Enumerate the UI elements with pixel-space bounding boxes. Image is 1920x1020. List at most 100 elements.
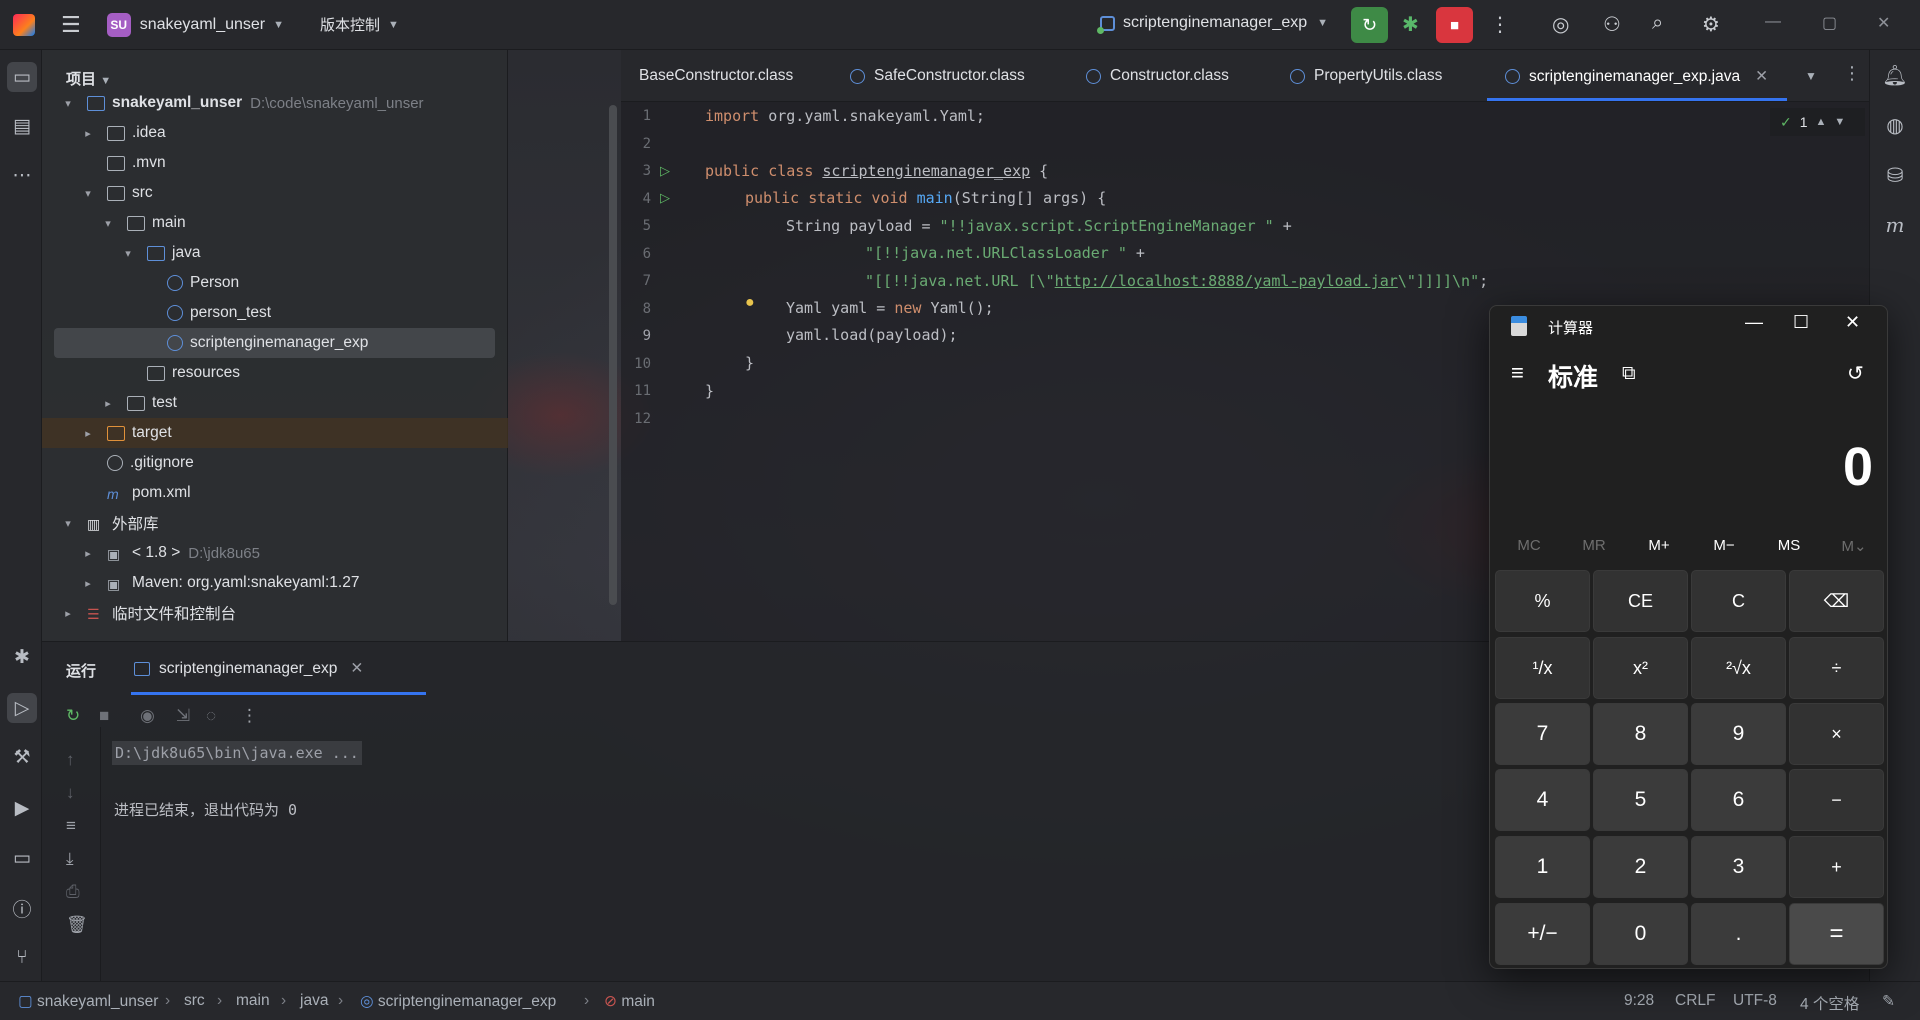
run-tool-icon[interactable]: ▷ [7,693,37,723]
chevron-down-icon[interactable]: ▼ [1834,116,1845,128]
chevron-down-icon[interactable]: ▼ [388,19,399,31]
trash-icon[interactable]: 🗑 [66,915,88,935]
memory-button[interactable]: MC [1499,537,1559,554]
chevron-right-icon[interactable]: ▸ [81,547,95,560]
restore-layout-icon[interactable]: ⇲ [176,706,190,726]
inspection-widget[interactable]: ✓ 1 ▲ ▼ [1770,108,1865,136]
tree-item-mvn[interactable]: .mvn [81,148,166,178]
chevron-right-icon[interactable]: ▸ [81,577,95,590]
tree-item-person[interactable]: Person [141,268,239,298]
run-class-gutter-icon[interactable]: ▷ [660,163,670,179]
project-badge[interactable]: SU [106,12,131,37]
close-tab-icon[interactable]: ✕ [1755,67,1768,86]
caret-position[interactable]: 9:28 [1624,992,1654,1010]
tree-item-person-test[interactable]: person_test [141,298,271,328]
vcs-menu[interactable]: 版本控制 [320,14,380,35]
keep-on-top-icon[interactable]: ⧉ [1622,363,1636,385]
tree-item-snakeyaml-unser[interactable]: ▾ snakeyaml_unser D:\code\snakeyaml_unser [61,88,423,118]
chevron-right-icon[interactable]: ▸ [61,607,75,620]
maximize-icon[interactable]: ▢ [1822,13,1837,33]
tree-item-src[interactable]: ▾ src [81,178,152,208]
chevron-right-icon[interactable]: ▸ [81,127,95,140]
breadcrumb-src[interactable]: src [184,992,205,1010]
services-tool-icon[interactable]: ▶ [7,793,37,823]
minimize-icon[interactable]: — [1745,312,1763,333]
minimize-icon[interactable]: — [1765,13,1781,31]
maven-icon[interactable]: m [1880,210,1910,240]
tree-item-gitignore[interactable]: .gitignore [81,448,194,478]
chevron-down-icon[interactable]: ▾ [121,247,135,260]
memory-button[interactable]: M⌄ [1824,537,1884,555]
rerun-icon[interactable]: ↻ [66,706,80,726]
digit-1-key[interactable]: 1 [1495,836,1590,898]
tree-item-maven-org-yaml-snakeyaml-1-27[interactable]: ▸ ▣ Maven: org.yaml:snakeyaml:1.27 [81,568,359,598]
settings-gear-icon[interactable]: ⚙ [1702,12,1720,37]
breadcrumb-java[interactable]: java [300,992,328,1010]
debug-icon[interactable]: ✱ [1402,12,1419,37]
equals-key[interactable]: = [1789,903,1884,965]
project-tool-icon[interactable]: ▭ [7,62,37,92]
digit-5-key[interactable]: 5 [1593,769,1688,831]
run-more-icon[interactable]: ⋮ [241,706,258,726]
tabs-dropdown-icon[interactable]: ▼ [1805,69,1817,83]
navigation-menu-icon[interactable]: ≡ [1511,360,1524,386]
close-icon[interactable]: ✕ [1877,13,1890,33]
digit-2-key[interactable]: 2 [1593,836,1688,898]
tree-item-1-8[interactable]: ▸ ▣ < 1.8 > D:\jdk8u65 [81,538,260,568]
scroll-to-end-icon[interactable]: ⤓ [66,849,74,869]
digit-6-key[interactable]: 6 [1691,769,1786,831]
reciprocal-key[interactable]: ¹/x [1495,637,1590,699]
chevron-up-icon[interactable]: ▲ [1816,116,1827,128]
run-panel-title[interactable]: 运行 [66,660,96,681]
clear-entry-key[interactable]: CE [1593,570,1688,632]
ai-chat-icon[interactable]: ◍ [1880,110,1910,140]
notifications-icon[interactable]: 🔔︎ [1880,60,1910,90]
digit-4-key[interactable]: 4 [1495,769,1590,831]
coverage-icon[interactable]: ◌ [206,706,216,726]
main-menu-icon[interactable]: ☰ [61,12,81,38]
tabs-more-icon[interactable]: ⋮ [1843,63,1861,84]
run-button[interactable]: ↻ [1351,7,1388,43]
edit-lock-icon[interactable]: ✎ [1882,992,1895,1011]
tree-item-test[interactable]: ▸ test [101,388,177,418]
arrow-up-icon[interactable]: ↑ [66,750,75,770]
tree-item-target[interactable]: ▸ target [42,418,508,448]
project-name[interactable]: snakeyaml_unser [140,16,265,34]
project-panel-title[interactable]: 项目 ▼ [66,68,111,89]
console-command[interactable]: D:\jdk8u65\bin\java.exe ... [112,741,362,765]
close-icon[interactable]: ✕ [1845,312,1860,333]
lightbulb-icon[interactable]: ● [745,294,755,312]
close-tab-icon[interactable]: ✕ [350,659,363,678]
tab-propertyutils[interactable]: PropertyUtils.class [1290,67,1442,85]
git-tool-icon[interactable]: ⑂ [7,943,37,973]
indent-setting[interactable]: 4 个空格 [1800,992,1859,1014]
payload-url-link[interactable]: http://localhost:8888/yaml-payload.jar [1055,272,1398,290]
tab-baseconstructor[interactable]: BaseConstructor.class [639,67,793,85]
file-encoding[interactable]: UTF-8 [1733,992,1777,1010]
multiply-key[interactable]: × [1789,703,1884,765]
clear-key[interactable]: C [1691,570,1786,632]
memory-button[interactable]: M− [1694,537,1754,554]
breadcrumb-main[interactable]: main [236,992,270,1010]
run-config-selector[interactable]: scriptenginemanager_exp ▼ [1097,14,1328,34]
divide-key[interactable]: ÷ [1789,637,1884,699]
arrow-down-icon[interactable]: ↓ [66,783,75,803]
subtract-key[interactable]: − [1789,769,1884,831]
digit-7-key[interactable]: 7 [1495,703,1590,765]
tab-safeconstructor[interactable]: SafeConstructor.class [850,67,1025,85]
chevron-down-icon[interactable]: ▾ [81,187,95,200]
history-icon[interactable]: ↺ [1847,361,1864,386]
tree-item-java[interactable]: ▾ java [121,238,200,268]
breadcrumb-method[interactable]: ⊘ main [604,992,655,1011]
stop-icon[interactable]: ■ [99,706,109,726]
run-main-gutter-icon[interactable]: ▷ [660,190,670,206]
memory-button[interactable]: M+ [1629,537,1689,554]
chevron-right-icon[interactable]: ▸ [81,427,95,440]
percent-key[interactable]: % [1495,570,1590,632]
square-key[interactable]: x² [1593,637,1688,699]
tree-item-[interactable]: ▾ ▥ 外部库 [61,508,158,538]
debug-tool-icon[interactable]: ✱ [7,642,37,672]
backspace-key[interactable]: ⌫ [1789,570,1884,632]
digit-0-key[interactable]: 0 [1593,903,1688,965]
stop-button[interactable]: ■ [1436,7,1473,43]
